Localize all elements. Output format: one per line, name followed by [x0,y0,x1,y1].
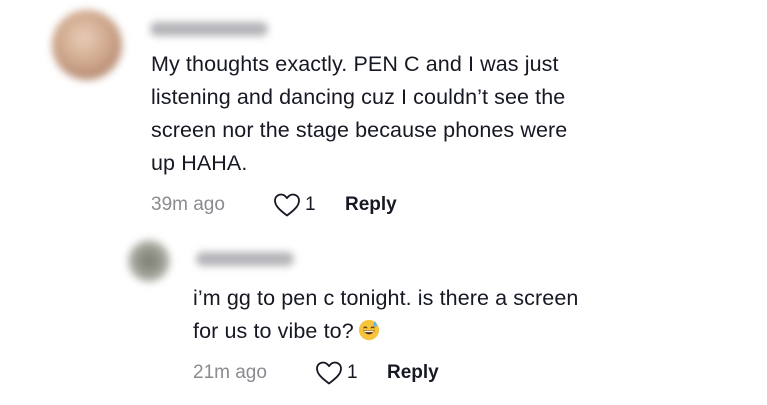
heart-icon [316,361,342,385]
comment-text-body: i’m gg to pen c tonight. is there a scre… [193,286,579,343]
avatar[interactable] [52,10,122,80]
comment-timestamp: 21m ago [193,362,267,383]
comment-text: i’m gg to pen c tonight. is there a scre… [193,282,643,348]
like-count: 1 [347,362,358,383]
comment-meta: 39m ago 1 Reply [151,190,397,220]
comment-text: My thoughts exactly. PEN C and I was jus… [151,52,568,175]
like-button[interactable]: 1 [273,192,345,218]
reply-button[interactable]: Reply [387,362,439,384]
like-button[interactable]: 1 [315,360,387,386]
comment-meta: 21m ago 1 Reply [193,358,439,388]
reply-button[interactable]: Reply [345,194,397,216]
username-redacted[interactable] [150,22,268,36]
heart-icon [274,193,300,217]
like-count: 1 [305,194,316,215]
username-redacted[interactable] [196,252,294,266]
comment-timestamp: 39m ago [151,194,225,215]
avatar[interactable] [128,240,170,282]
grinning-face-with-sweat-icon [358,319,379,341]
